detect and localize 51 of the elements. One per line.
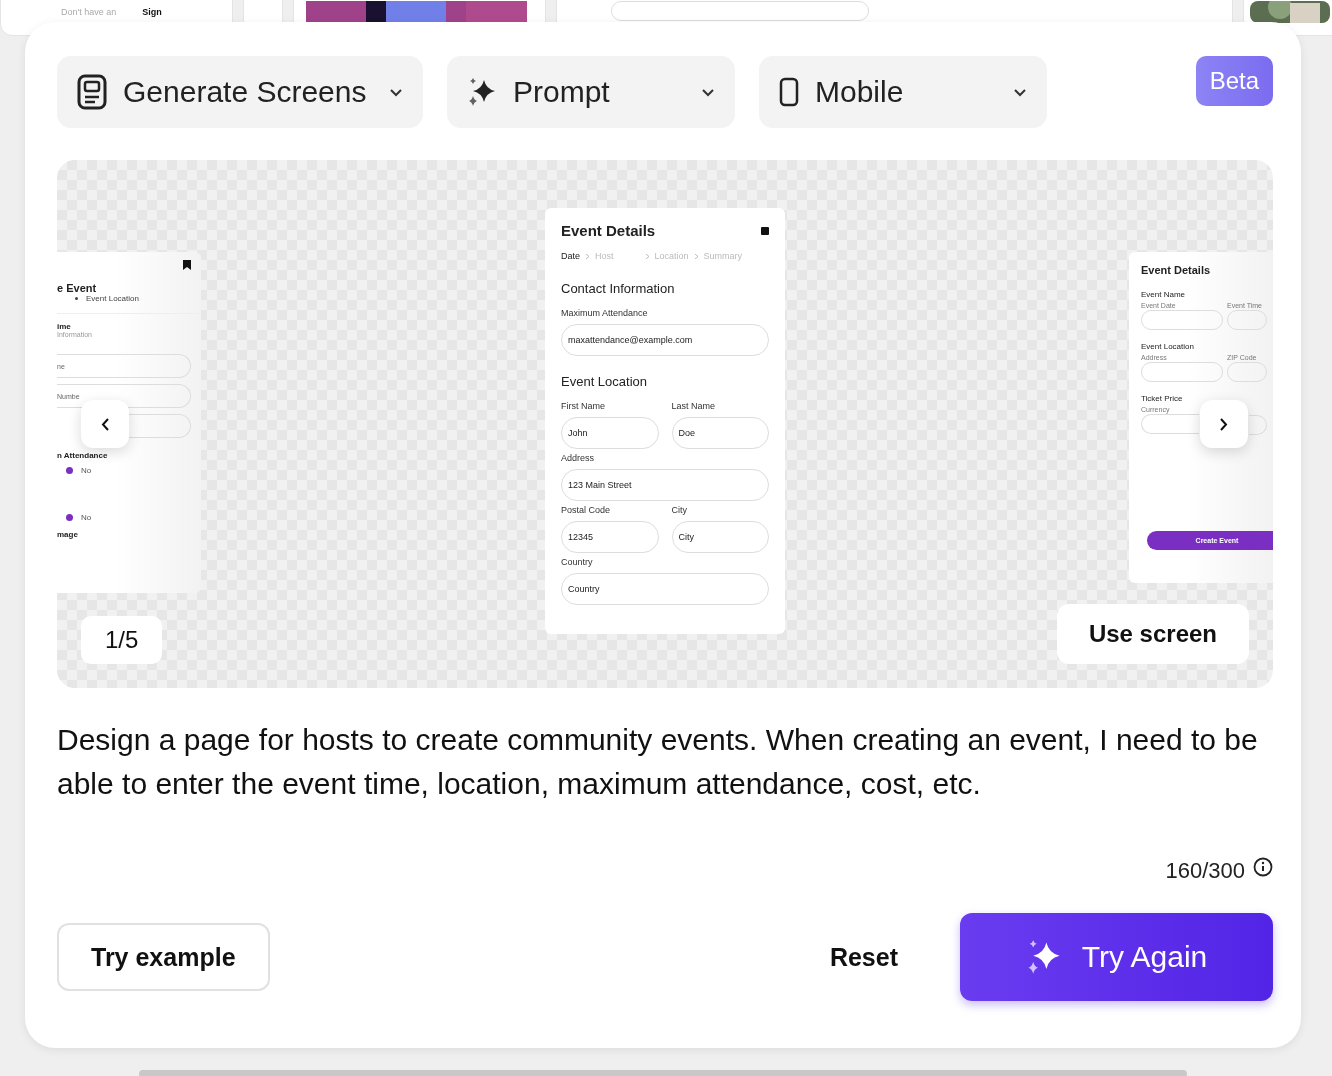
section-title: Event Name: [1141, 290, 1187, 299]
section-title: Event Location: [1141, 342, 1195, 351]
signup-link[interactable]: Sign: [142, 7, 162, 17]
field-label: Country: [561, 557, 594, 567]
dropdown[interactable]: Prompt: [447, 56, 735, 128]
radio-label: No: [81, 466, 92, 475]
phone-icon: [779, 77, 799, 107]
section-title: Ticket Price: [1141, 394, 1184, 403]
beta-badge: Beta: [1195, 56, 1273, 106]
chevron-icon: [694, 253, 698, 259]
screen-title: Event Details: [561, 222, 656, 239]
character-count: 160/300: [1165, 858, 1245, 884]
section-title: Event Location: [561, 374, 648, 389]
field-label: mage: [57, 530, 79, 539]
field-label: Last Name: [671, 401, 717, 411]
signup-hint: Don't have an: [61, 7, 117, 17]
field-label: First Name: [561, 401, 606, 411]
sparkle-icon: [467, 77, 497, 107]
section-title: ime: [57, 322, 72, 331]
dropdown[interactable]: Mobile: [759, 56, 1047, 128]
field-label: City: [671, 505, 688, 515]
chevron-down-icon: [389, 87, 403, 97]
radio-dot[interactable]: [66, 514, 73, 521]
step-label: Event Location: [86, 294, 139, 303]
field-label: Postal Code: [561, 505, 612, 515]
chevron-icon: [645, 253, 649, 259]
scrollbar[interactable]: [139, 1070, 1187, 1076]
chevron-right-icon: [1220, 417, 1228, 431]
chevron-down-icon: [1013, 87, 1027, 97]
section-title: Contact Information: [561, 281, 676, 296]
reset-button[interactable]: Reset: [823, 941, 904, 973]
try-example-button[interactable]: Try example: [57, 923, 270, 991]
bookmark-icon: [183, 260, 191, 270]
screen-title: e Event: [57, 282, 98, 294]
field-label: Address: [561, 453, 596, 463]
step-tab[interactable]: Date: [561, 251, 580, 261]
try-again-button[interactable]: Try Again: [960, 913, 1273, 1001]
radio-dot[interactable]: [66, 467, 73, 474]
info-icon[interactable]: [1253, 857, 1273, 877]
chevron-icon: [586, 253, 589, 259]
radio-label: No: [81, 513, 92, 522]
group-title: n Attendance: [57, 451, 109, 460]
dropdown[interactable]: Generate Screens: [57, 56, 423, 128]
chevron-down-icon: [701, 87, 715, 97]
use-screen-button[interactable]: Use screen: [1056, 604, 1249, 664]
field-label: Maximum Attendance: [561, 308, 649, 318]
document-icon: [77, 74, 107, 110]
page-counter: 1/5: [81, 616, 163, 664]
bullet-icon: [75, 297, 78, 300]
screen-title: Event Details: [1141, 264, 1212, 276]
chevron-left-icon: [101, 417, 109, 431]
